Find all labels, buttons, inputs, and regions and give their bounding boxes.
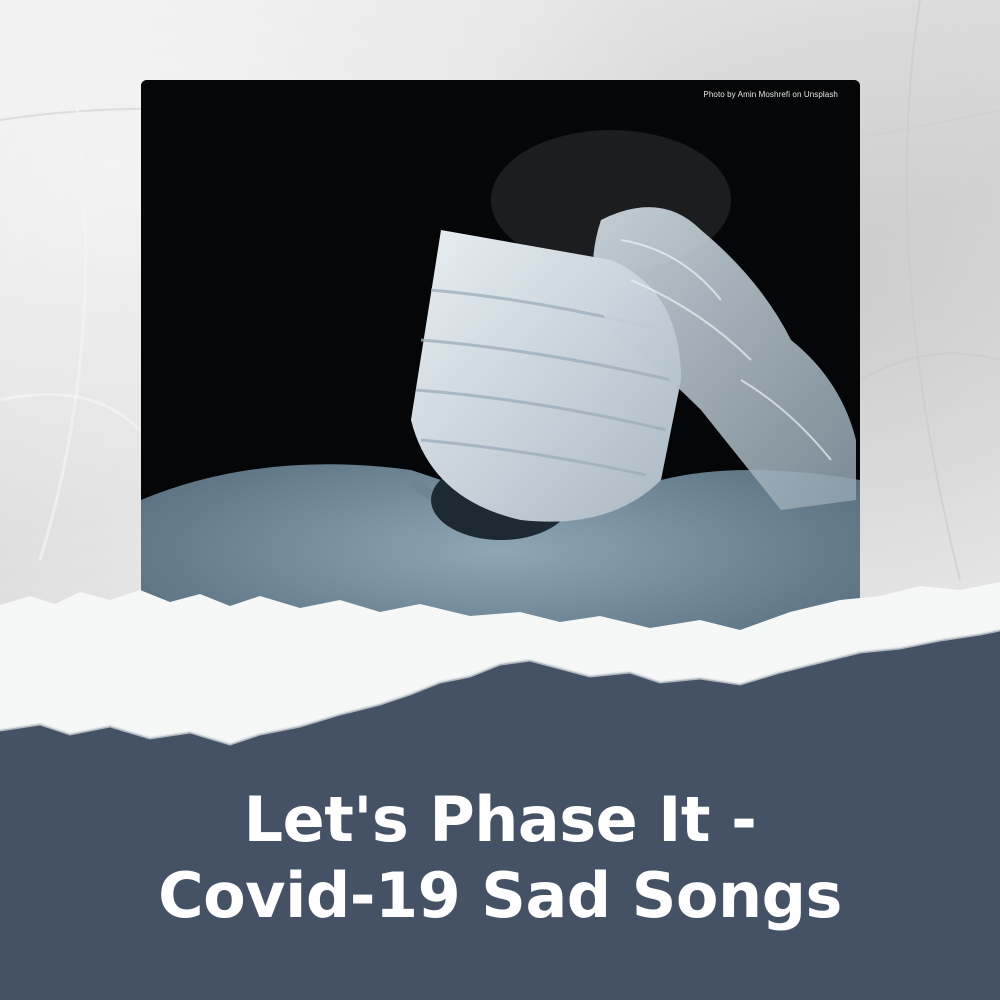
- title-line-2: Covid-19 Sad Songs: [158, 859, 842, 932]
- playlist-title: Let's Phase It - Covid-19 Sad Songs: [0, 782, 1000, 934]
- title-line-1: Let's Phase It -: [243, 783, 757, 856]
